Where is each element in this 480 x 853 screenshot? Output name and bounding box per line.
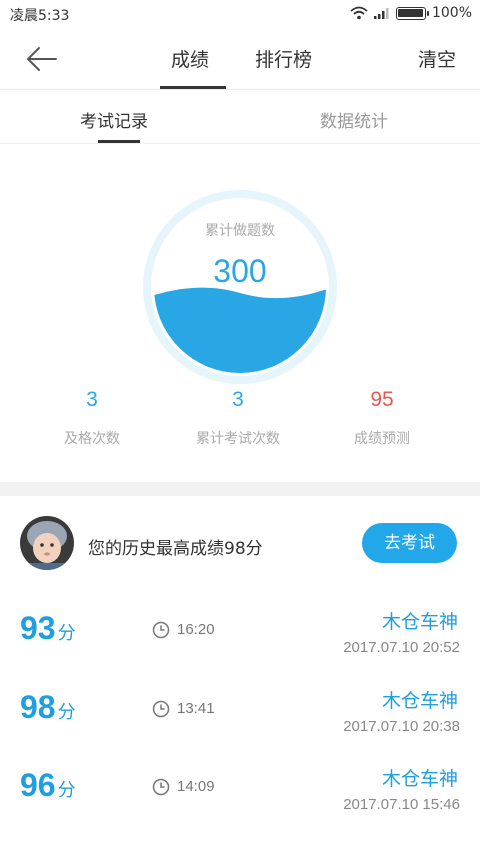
subtab-exam-records[interactable]: 考试记录 (80, 107, 148, 132)
section-divider (0, 482, 480, 496)
record-name: 木仓车神 (381, 690, 458, 712)
clock-icon (152, 778, 170, 796)
score-number: 93 (20, 610, 56, 646)
top-nav: 成绩 排行榜 清空 (0, 28, 480, 90)
stat-score-prediction: 95 成绩预测 (302, 388, 462, 448)
record-score: 98 分 (20, 689, 76, 726)
tab-ranking[interactable]: 排行榜 (255, 45, 312, 72)
record-date: 2017.07.10 20:52 (343, 639, 460, 656)
record-duration: 16:20 (177, 621, 215, 638)
stat-label: 及格次数 (64, 431, 120, 447)
stat-value: 3 (232, 388, 244, 411)
stat-pass-count: 3 及格次数 (12, 388, 172, 448)
record-name: 木仓车神 (381, 768, 458, 790)
record-duration: 14:09 (177, 778, 215, 795)
clock-icon (152, 621, 170, 639)
best-score-text: 您的历史最高成绩98分 (88, 539, 263, 559)
record-name: 木仓车神 (381, 611, 458, 633)
status-time: 凌晨5:33 (10, 8, 70, 24)
record-score: 93 分 (20, 610, 76, 647)
gauge-label: 累计做题数 (205, 223, 275, 239)
battery-percent: 100% (431, 5, 472, 21)
stat-label: 累计考试次数 (196, 431, 280, 447)
signal-icon (373, 8, 389, 19)
stat-exam-count: 3 累计考试次数 (158, 388, 318, 448)
score-unit: 分 (57, 702, 76, 722)
score-unit: 分 (57, 780, 76, 800)
stat-value: 95 (370, 388, 394, 411)
subtab-active-indicator (98, 140, 140, 143)
question-count-gauge: 累计做题数 300 (0, 144, 480, 384)
subtab-data-stats[interactable]: 数据统计 (320, 107, 388, 132)
gauge-value: 300 (213, 253, 267, 289)
tab-scores[interactable]: 成绩 (171, 45, 209, 72)
battery-icon (395, 6, 429, 20)
exam-record[interactable]: 93 分 16:20 木仓车神 2017.07.10 20:52 (0, 600, 480, 678)
score-number: 96 (20, 767, 56, 803)
record-date: 2017.07.10 15:46 (343, 796, 460, 813)
clock-icon (152, 700, 170, 718)
record-score: 96 分 (20, 767, 76, 804)
record-date: 2017.07.10 20:38 (343, 718, 460, 735)
sub-tabs: 考试记录 数据统计 (0, 90, 480, 144)
avatar (20, 516, 74, 570)
stat-value: 3 (86, 388, 98, 411)
status-icons: 100% (350, 5, 472, 21)
exam-record[interactable]: 98 分 13:41 木仓车神 2017.07.10 20:38 (0, 679, 480, 757)
clear-button[interactable]: 清空 (418, 45, 456, 72)
gauge-wave-fill (154, 285, 326, 373)
stat-label: 成绩预测 (354, 431, 410, 447)
record-duration: 13:41 (177, 700, 215, 717)
best-score-row: 您的历史最高成绩98分 去考试 (0, 496, 480, 590)
wifi-icon (350, 6, 368, 20)
status-bar: 凌晨5:33 100% (0, 0, 480, 28)
arrow-left-icon[interactable] (22, 42, 62, 76)
score-number: 98 (20, 689, 56, 725)
score-unit: 分 (57, 623, 76, 643)
exam-record[interactable]: 96 分 14:09 木仓车神 2017.07.10 15:46 (0, 757, 480, 835)
take-exam-button[interactable]: 去考试 (362, 523, 457, 563)
stats-row: 3 及格次数 3 累计考试次数 95 成绩预测 (0, 388, 480, 468)
tab-active-indicator (160, 86, 226, 89)
